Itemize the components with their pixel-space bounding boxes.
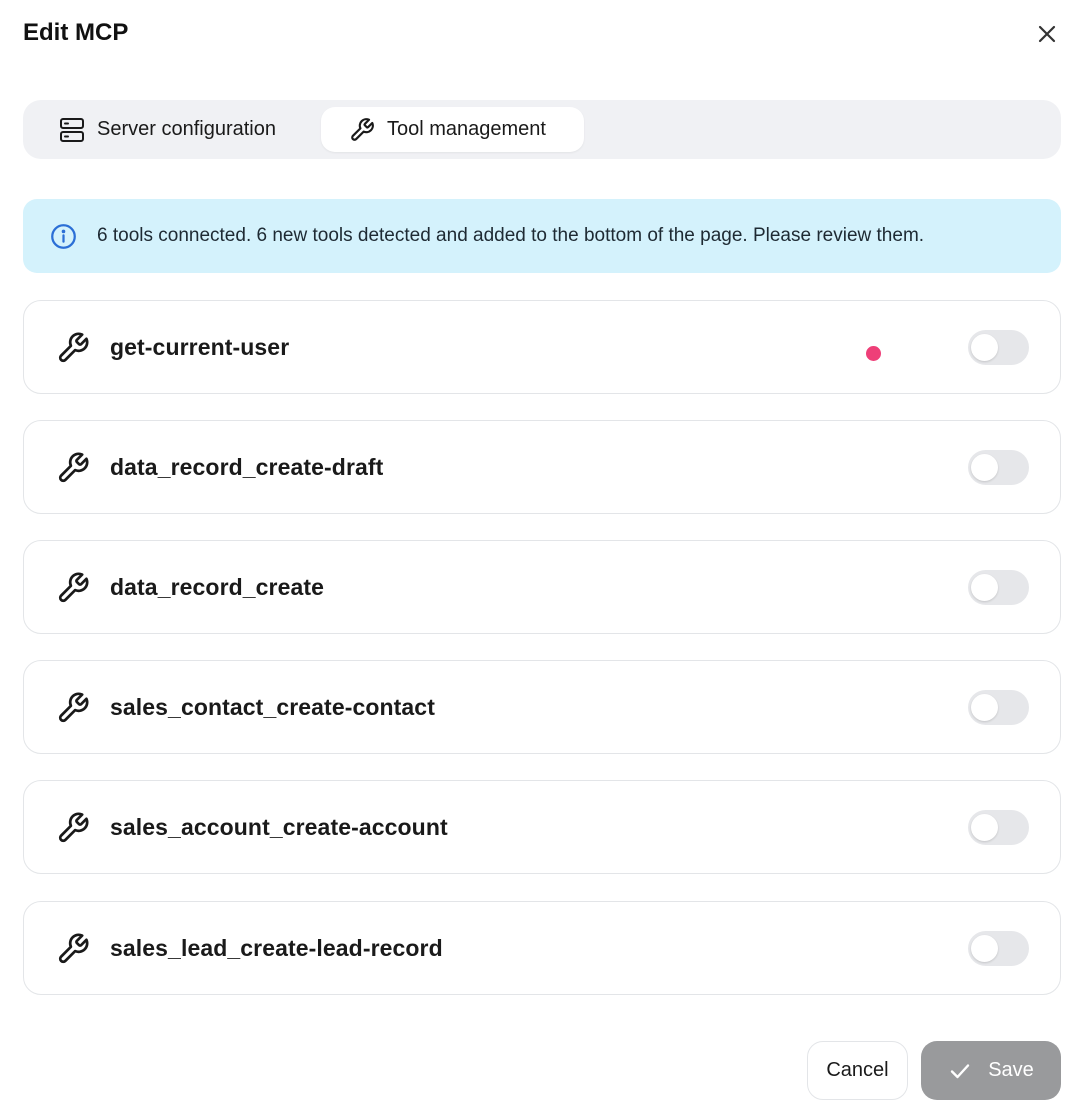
wrench-icon — [58, 332, 89, 363]
tool-name: get-current-user — [110, 333, 290, 360]
info-banner: 6 tools connected. 6 new tools detected … — [23, 199, 1061, 273]
toggle-knob — [971, 814, 998, 841]
wrench-icon — [58, 812, 89, 843]
info-icon — [51, 223, 76, 249]
tool-card-sales-contact-create-contact: sales_contact_create-contact — [23, 660, 1061, 754]
toggle-knob — [971, 574, 998, 601]
tool-toggle[interactable] — [968, 330, 1029, 365]
wrench-icon — [58, 572, 89, 603]
tool-name: data_record_create — [110, 573, 325, 600]
tab-label: Server configuration — [97, 118, 276, 140]
server-icon — [60, 117, 84, 142]
wrench-icon — [351, 117, 374, 141]
new-tool-indicator — [866, 346, 881, 361]
check-icon — [951, 1063, 970, 1078]
tab-server-configuration[interactable]: Server configuration — [35, 107, 319, 152]
wrench-icon — [58, 692, 89, 723]
close-icon — [1038, 25, 1056, 43]
tool-card-get-current-user: get-current-user — [23, 300, 1061, 394]
wrench-icon — [58, 452, 89, 483]
tab-label: Tool management — [387, 118, 546, 140]
toggle-knob — [971, 334, 998, 361]
tool-card-data-record-create-draft: data_record_create-draft — [23, 420, 1061, 514]
tool-name: data_record_create-draft — [110, 453, 384, 480]
tool-card-data-record-create: data_record_create — [23, 540, 1061, 634]
tool-toggle[interactable] — [968, 450, 1029, 485]
toggle-knob — [971, 694, 998, 721]
tool-card-sales-account-create-account: sales_account_create-account — [23, 780, 1061, 874]
tool-name: sales_lead_create-lead-record — [110, 934, 443, 961]
tab-tool-management[interactable]: Tool management — [321, 107, 584, 152]
tool-card-sales-lead-create-lead-record: sales_lead_create-lead-record — [23, 901, 1061, 995]
tool-toggle[interactable] — [968, 690, 1029, 725]
save-label: Save — [988, 1059, 1034, 1081]
tool-toggle[interactable] — [968, 931, 1029, 966]
toggle-knob — [971, 454, 998, 481]
banner-message: 6 tools connected. 6 new tools detected … — [97, 225, 925, 246]
wrench-icon — [58, 933, 89, 964]
cancel-button[interactable]: Cancel — [807, 1041, 908, 1100]
dialog-title: Edit MCP — [23, 19, 129, 46]
tool-toggle[interactable] — [968, 570, 1029, 605]
save-button[interactable]: Save — [921, 1041, 1061, 1100]
tool-name: sales_account_create-account — [110, 813, 448, 840]
tool-toggle[interactable] — [968, 810, 1029, 845]
tab-bar: Server configuration Tool management — [23, 100, 1061, 159]
toggle-knob — [971, 935, 998, 962]
close-button[interactable] — [1033, 20, 1061, 48]
tool-name: sales_contact_create-contact — [110, 693, 435, 720]
